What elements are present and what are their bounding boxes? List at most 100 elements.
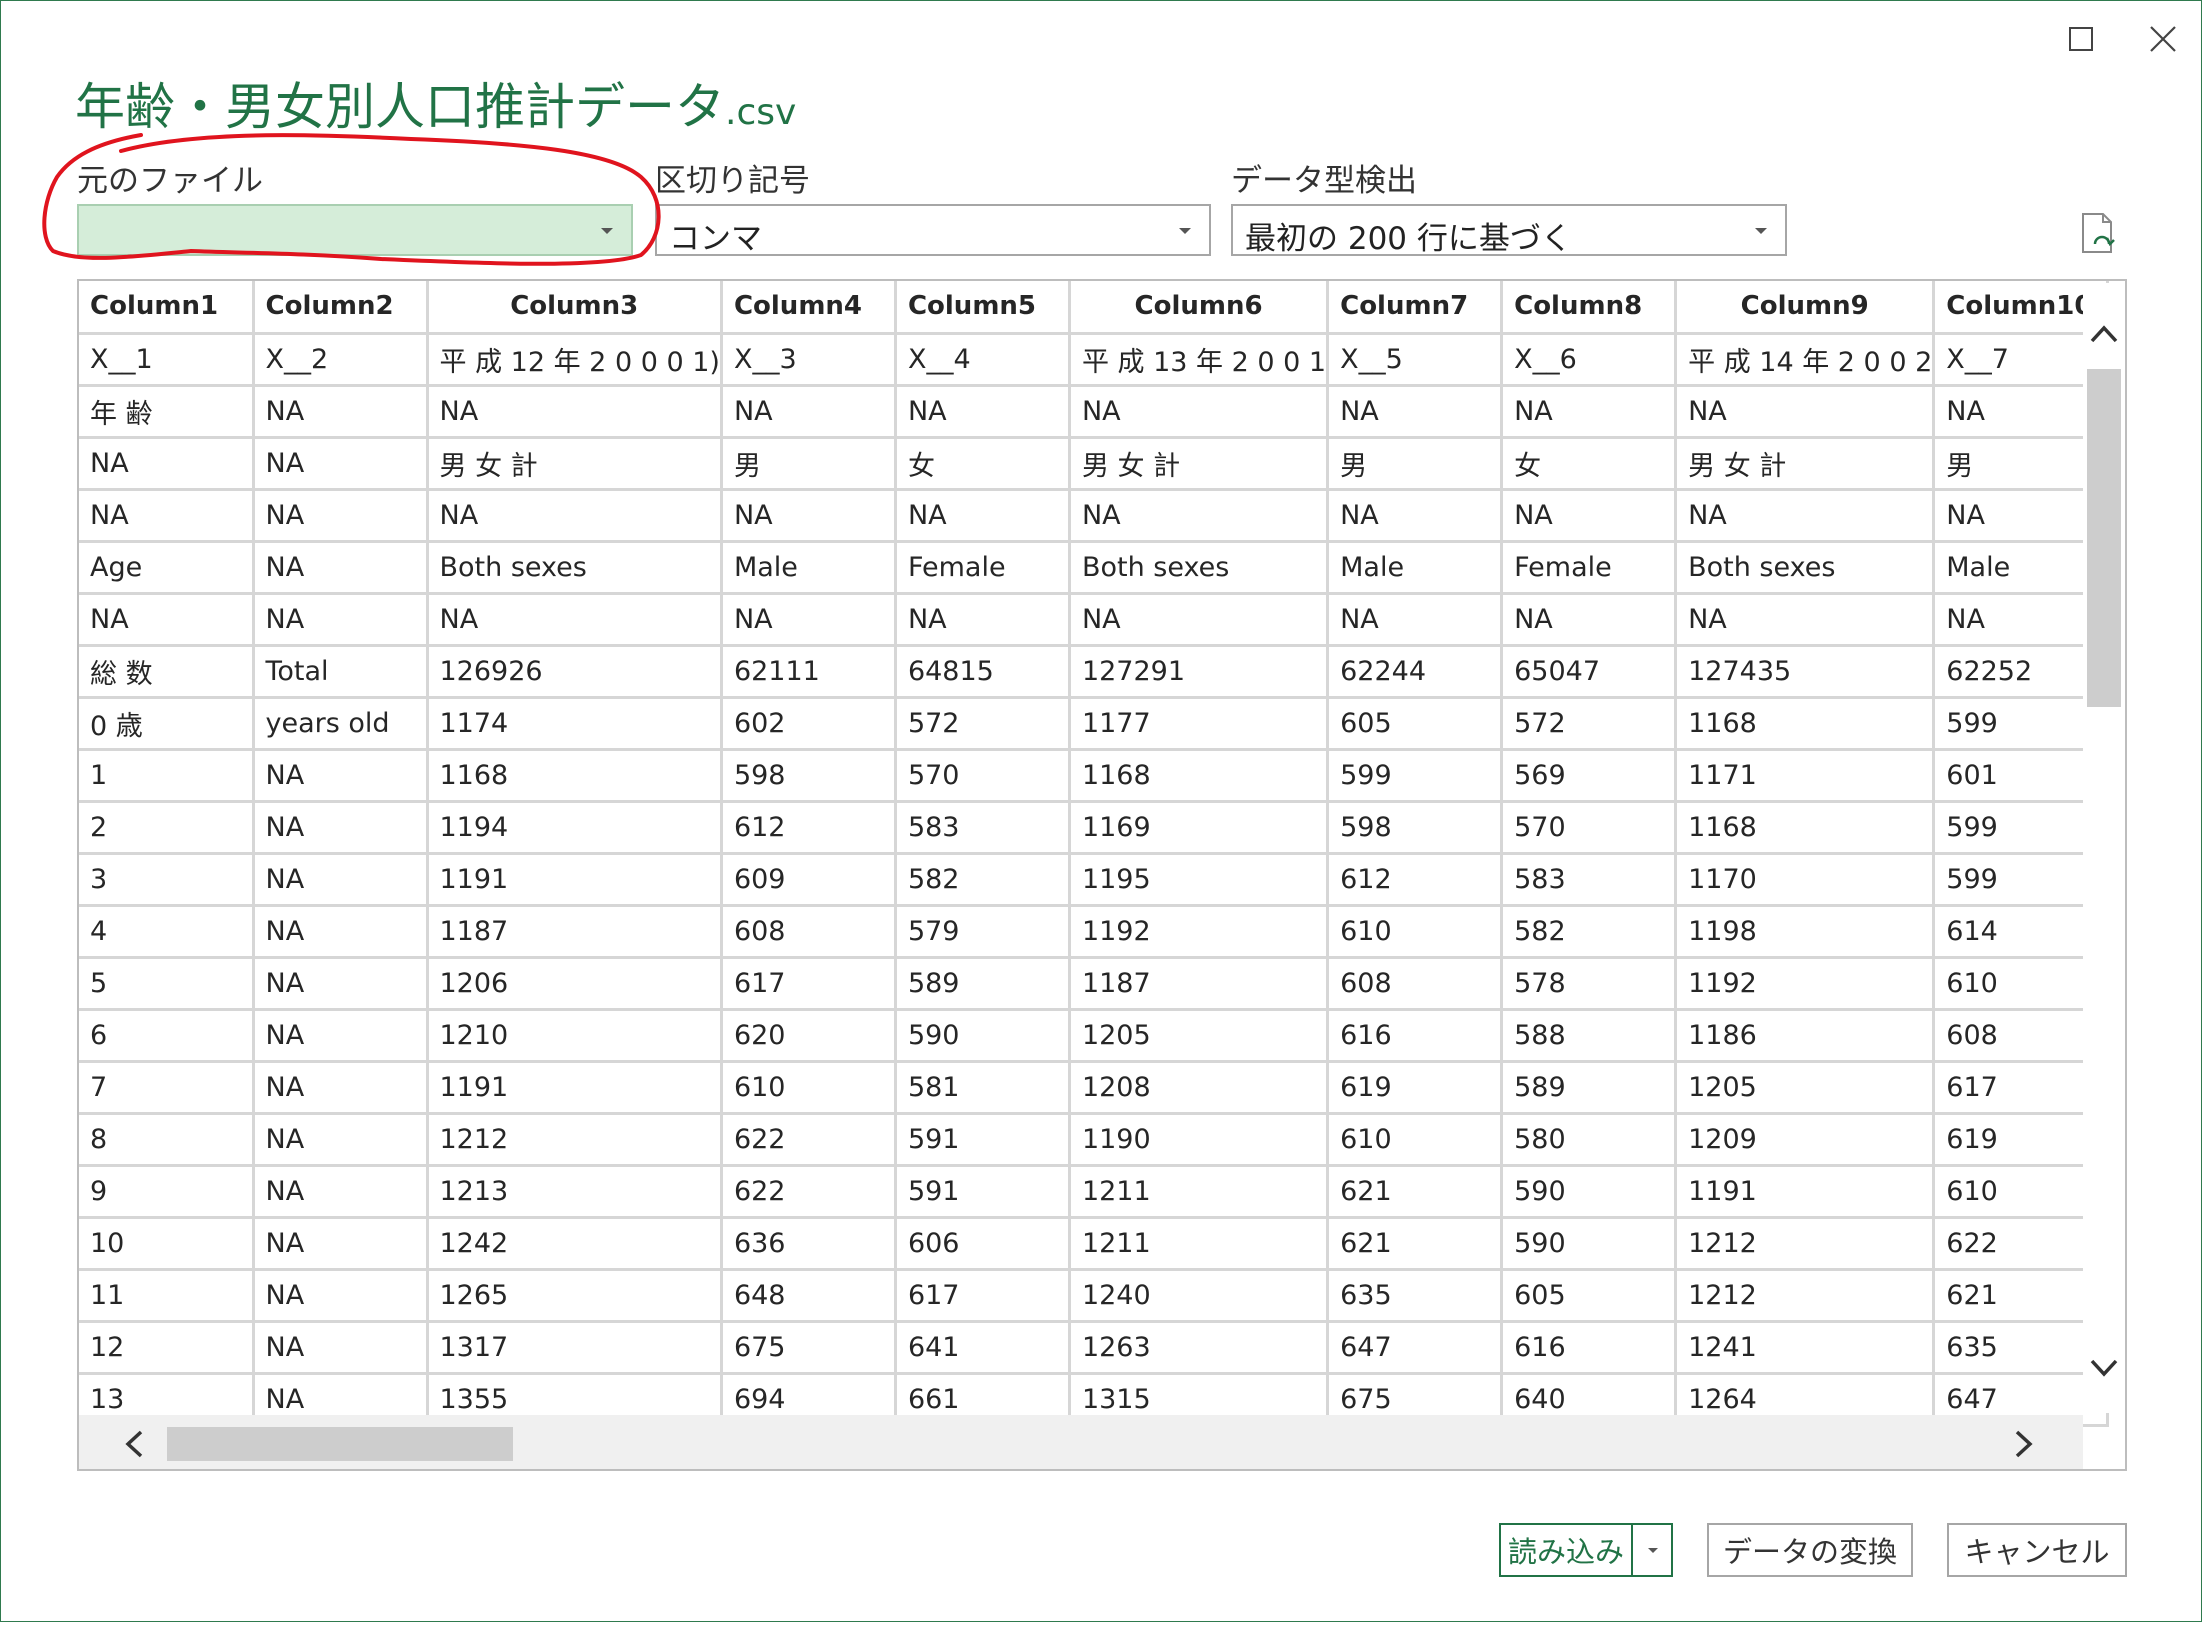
table-cell: 1168 — [1675, 697, 1936, 751]
chevron-down-icon — [601, 228, 613, 234]
table-cell: NA — [253, 593, 429, 647]
delimiter-dropdown[interactable]: コンマ — [655, 204, 1211, 257]
header-row: Column1 Column2 Column3 Column4 Column5 Colum… — [79, 281, 2110, 335]
type-detection-label: データ型検出 — [1231, 163, 1417, 199]
horizontal-scroll-thumb[interactable] — [167, 1427, 513, 1461]
table-cell: 1208 — [1069, 1061, 1330, 1115]
scroll-up-icon[interactable] — [2089, 321, 2119, 347]
table-cell: 62252 — [1933, 645, 2110, 699]
table-cell: 616 — [1327, 1009, 1504, 1063]
cancel-button[interactable]: キャンセル — [1947, 1523, 2127, 1577]
transform-data-button[interactable]: データの変換 — [1707, 1523, 1913, 1577]
load-button[interactable]: 読み込み — [1501, 1525, 1631, 1575]
table-cell: 1190 — [1069, 1113, 1330, 1167]
table-cell: 1192 — [1675, 957, 1936, 1011]
column-header[interactable]: Column4 — [721, 281, 897, 335]
table-cell: Male — [721, 541, 897, 595]
table-cell: 647 — [1327, 1321, 1504, 1375]
import-dialog: 年齢・男女別人口推計データ.csv 元のファイル 区切り記号 コンマ データ型検… — [0, 0, 2202, 1622]
table-cell: 636 — [721, 1217, 897, 1271]
horizontal-scrollbar[interactable] — [79, 1415, 2083, 1469]
preview-grid[interactable]: Column1 Column2 Column3 Column4 Column5 Colum… — [77, 279, 2127, 1471]
table-cell: 572 — [895, 697, 1071, 751]
table-cell: NA — [253, 801, 429, 855]
table-cell: 599 — [1933, 697, 2110, 751]
table-cell: Both sexes — [1069, 541, 1330, 595]
scroll-down-icon[interactable] — [2089, 1355, 2119, 1381]
table-cell: 608 — [1327, 957, 1504, 1011]
table-cell: X__2 — [253, 333, 429, 387]
table-cell: 1210 — [427, 1009, 723, 1063]
vertical-scroll-thumb[interactable] — [2087, 369, 2121, 707]
table-row: 11 NA 1265 648 617 1240 635 605 1212 621 — [79, 1269, 2110, 1323]
table-cell: 1171 — [1675, 749, 1936, 803]
column-header[interactable]: Column6 — [1069, 281, 1330, 335]
table-cell: 617 — [1933, 1061, 2110, 1115]
column-header[interactable]: Column8 — [1501, 281, 1678, 335]
table-cell: NA — [253, 853, 429, 907]
table-cell: 635 — [1327, 1269, 1504, 1323]
table-cell: NA — [253, 905, 429, 959]
table-row: NA NA 男 女 計男女男 女 計男女男 女 計男 — [79, 437, 2110, 491]
table-cell: 599 — [1933, 801, 2110, 855]
load-options-button[interactable] — [1631, 1525, 1673, 1575]
type-detection-dropdown[interactable]: 最初の 200 行に基づく — [1231, 204, 1787, 257]
table-cell: 1194 — [427, 801, 723, 855]
table-row: 総 数 Total 126926 62111 64815 127291 62244 65047… — [79, 645, 2110, 699]
load-split-button[interactable]: 読み込み — [1499, 1523, 1673, 1577]
table-cell: 610 — [721, 1061, 897, 1115]
vertical-scrollbar[interactable] — [2083, 283, 2125, 1413]
table-cell: 648 — [721, 1269, 897, 1323]
table-cell: X__7 — [1933, 333, 2110, 387]
table-cell: 1198 — [1675, 905, 1936, 959]
table-cell: NA — [253, 1061, 429, 1115]
table-cell: 7 — [79, 1061, 255, 1115]
table-cell: 1242 — [427, 1217, 723, 1271]
table-cell: 616 — [1501, 1321, 1678, 1375]
table-cell: 610 — [1327, 1113, 1504, 1167]
source-file-dropdown[interactable] — [77, 204, 633, 256]
maximize-button[interactable] — [2053, 15, 2109, 63]
column-header[interactable]: Column2 — [253, 281, 429, 335]
table-cell: 2 — [79, 801, 255, 855]
dialog-title: 年齢・男女別人口推計データ.csv — [75, 67, 796, 139]
table-cell: 総 数 — [79, 645, 255, 699]
table-cell: 606 — [895, 1217, 1071, 1271]
column-header[interactable]: Column10 — [1933, 281, 2110, 335]
table-cell: 583 — [1501, 853, 1678, 907]
table-row: 9 NA 1213 622 591 1211 621 590 1191 610 — [79, 1165, 2110, 1219]
table-cell: 1191 — [1675, 1165, 1936, 1219]
table-cell: 572 — [1501, 697, 1678, 751]
table-cell: NA — [1069, 385, 1330, 439]
table-cell: 622 — [1933, 1217, 2110, 1271]
file-extension: .csv — [725, 92, 797, 133]
table-cell: 3 — [79, 853, 255, 907]
table-cell: 1263 — [1069, 1321, 1330, 1375]
table-cell: 598 — [1327, 801, 1504, 855]
table-cell: 64815 — [895, 645, 1071, 699]
table-cell: NA — [427, 385, 723, 439]
column-header[interactable]: Column1 — [79, 281, 255, 335]
table-cell: NA — [1069, 489, 1330, 543]
table-cell: 女 — [895, 437, 1071, 491]
table-cell: 608 — [721, 905, 897, 959]
table-cell: 598 — [721, 749, 897, 803]
refresh-preview-icon[interactable] — [2079, 212, 2119, 256]
close-button[interactable] — [2135, 15, 2191, 63]
table-row: 5 NA 1206 617 589 1187 608 578 1192 610 — [79, 957, 2110, 1011]
scroll-right-icon[interactable] — [2011, 1429, 2037, 1459]
table-cell: 1211 — [1069, 1217, 1330, 1271]
table-cell: 601 — [1933, 749, 2110, 803]
table-cell: 9 — [79, 1165, 255, 1219]
column-header[interactable]: Column5 — [895, 281, 1071, 335]
column-header[interactable]: Column9 — [1675, 281, 1936, 335]
table-cell: 1174 — [427, 697, 723, 751]
column-header[interactable]: Column7 — [1327, 281, 1504, 335]
column-header[interactable]: Column3 — [427, 281, 723, 335]
table-cell: NA — [895, 593, 1071, 647]
table-cell: 622 — [721, 1165, 897, 1219]
table-cell: NA — [253, 541, 429, 595]
scroll-left-icon[interactable] — [121, 1429, 147, 1459]
table-row: Age NA Both sexes Male Female Both sexes Male F… — [79, 541, 2110, 595]
table-cell: 4 — [79, 905, 255, 959]
